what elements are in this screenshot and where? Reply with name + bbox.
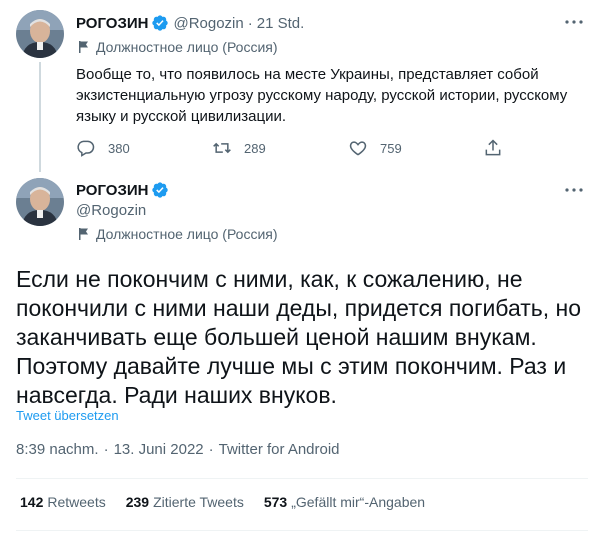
- translate-link[interactable]: Tweet übersetzen: [16, 408, 119, 423]
- like-icon: [349, 141, 367, 156]
- stat-count: 573: [263, 494, 288, 510]
- verified-badge-icon: [151, 14, 169, 32]
- stat-quote-tweets[interactable]: 239 Zitierte Tweets: [126, 494, 244, 510]
- tweet-header: РОГОЗИН @Rogozin · 21 Std.: [76, 13, 304, 33]
- reply-count: 380: [108, 140, 130, 156]
- flag-icon: [78, 227, 90, 241]
- more-icon[interactable]: [562, 180, 586, 200]
- author-handle[interactable]: @Rogozin: [76, 202, 146, 219]
- stat-label: Retweets: [47, 494, 106, 510]
- reply-icon: [77, 140, 95, 157]
- separator: ·: [103, 441, 109, 458]
- tweet-author: РОГОЗИН: [76, 180, 169, 200]
- more-icon[interactable]: [562, 12, 586, 32]
- account-label: Должностное лицо (Россия): [78, 226, 278, 242]
- account-label-text: Должностное лицо (Россия): [96, 226, 278, 242]
- like-count: 759: [380, 140, 402, 156]
- separator: ·: [247, 14, 253, 32]
- author-handle[interactable]: @Rogozin: [173, 15, 243, 32]
- divider: [16, 478, 588, 479]
- retweet-count: 289: [244, 140, 266, 156]
- reply-button[interactable]: 380: [76, 133, 130, 163]
- avatar[interactable]: [16, 10, 64, 58]
- share-button[interactable]: [483, 133, 503, 163]
- stat-likes[interactable]: 573 „Gefällt mir“-Angaben: [264, 494, 425, 510]
- retweet-icon: [213, 142, 231, 154]
- like-button[interactable]: 759: [348, 133, 402, 163]
- thread-line: [39, 62, 41, 172]
- tweet-time[interactable]: 8:39 nachm.: [16, 441, 99, 458]
- account-label: Должностное лицо (Россия): [78, 39, 278, 55]
- tweet-actions: 380 289 759: [76, 133, 516, 163]
- verified-badge-icon: [151, 181, 169, 199]
- timestamp[interactable]: 21 Std.: [257, 15, 305, 32]
- separator: ·: [208, 441, 214, 458]
- stat-retweets[interactable]: 142 Retweets: [20, 494, 106, 510]
- retweet-button[interactable]: 289: [212, 133, 266, 163]
- tweet-thread: РОГОЗИН @Rogozin · 21 Std. Должностное л…: [0, 0, 604, 534]
- account-label-text: Должностное лицо (Россия): [96, 39, 278, 55]
- divider: [16, 530, 588, 531]
- share-icon: [485, 139, 501, 156]
- stat-label: „Gefällt mir“-Angaben: [291, 494, 426, 510]
- author-name[interactable]: РОГОЗИН: [76, 15, 148, 32]
- stat-count: 142: [20, 494, 44, 510]
- stat-label: Zitierte Tweets: [153, 494, 244, 510]
- tweet-meta: 8:39 nachm. · 13. Juni 2022 · Twitter fo…: [16, 441, 340, 458]
- tweet-stats: 142 Retweets 239 Zitierte Tweets 573 „Gefäl…: [20, 494, 445, 510]
- tweet-date[interactable]: 13. Juni 2022: [114, 441, 204, 458]
- tweet-text: Если не покончим с ними, как, к сожалени…: [16, 266, 582, 408]
- flag-icon: [78, 40, 90, 54]
- tweet-source[interactable]: Twitter for Android: [219, 441, 340, 458]
- author-name[interactable]: РОГОЗИН: [76, 182, 148, 199]
- stat-count: 239: [125, 494, 150, 510]
- avatar[interactable]: [16, 178, 64, 226]
- tweet-text: Вообще то, что появилось на месте Украин…: [76, 66, 568, 125]
